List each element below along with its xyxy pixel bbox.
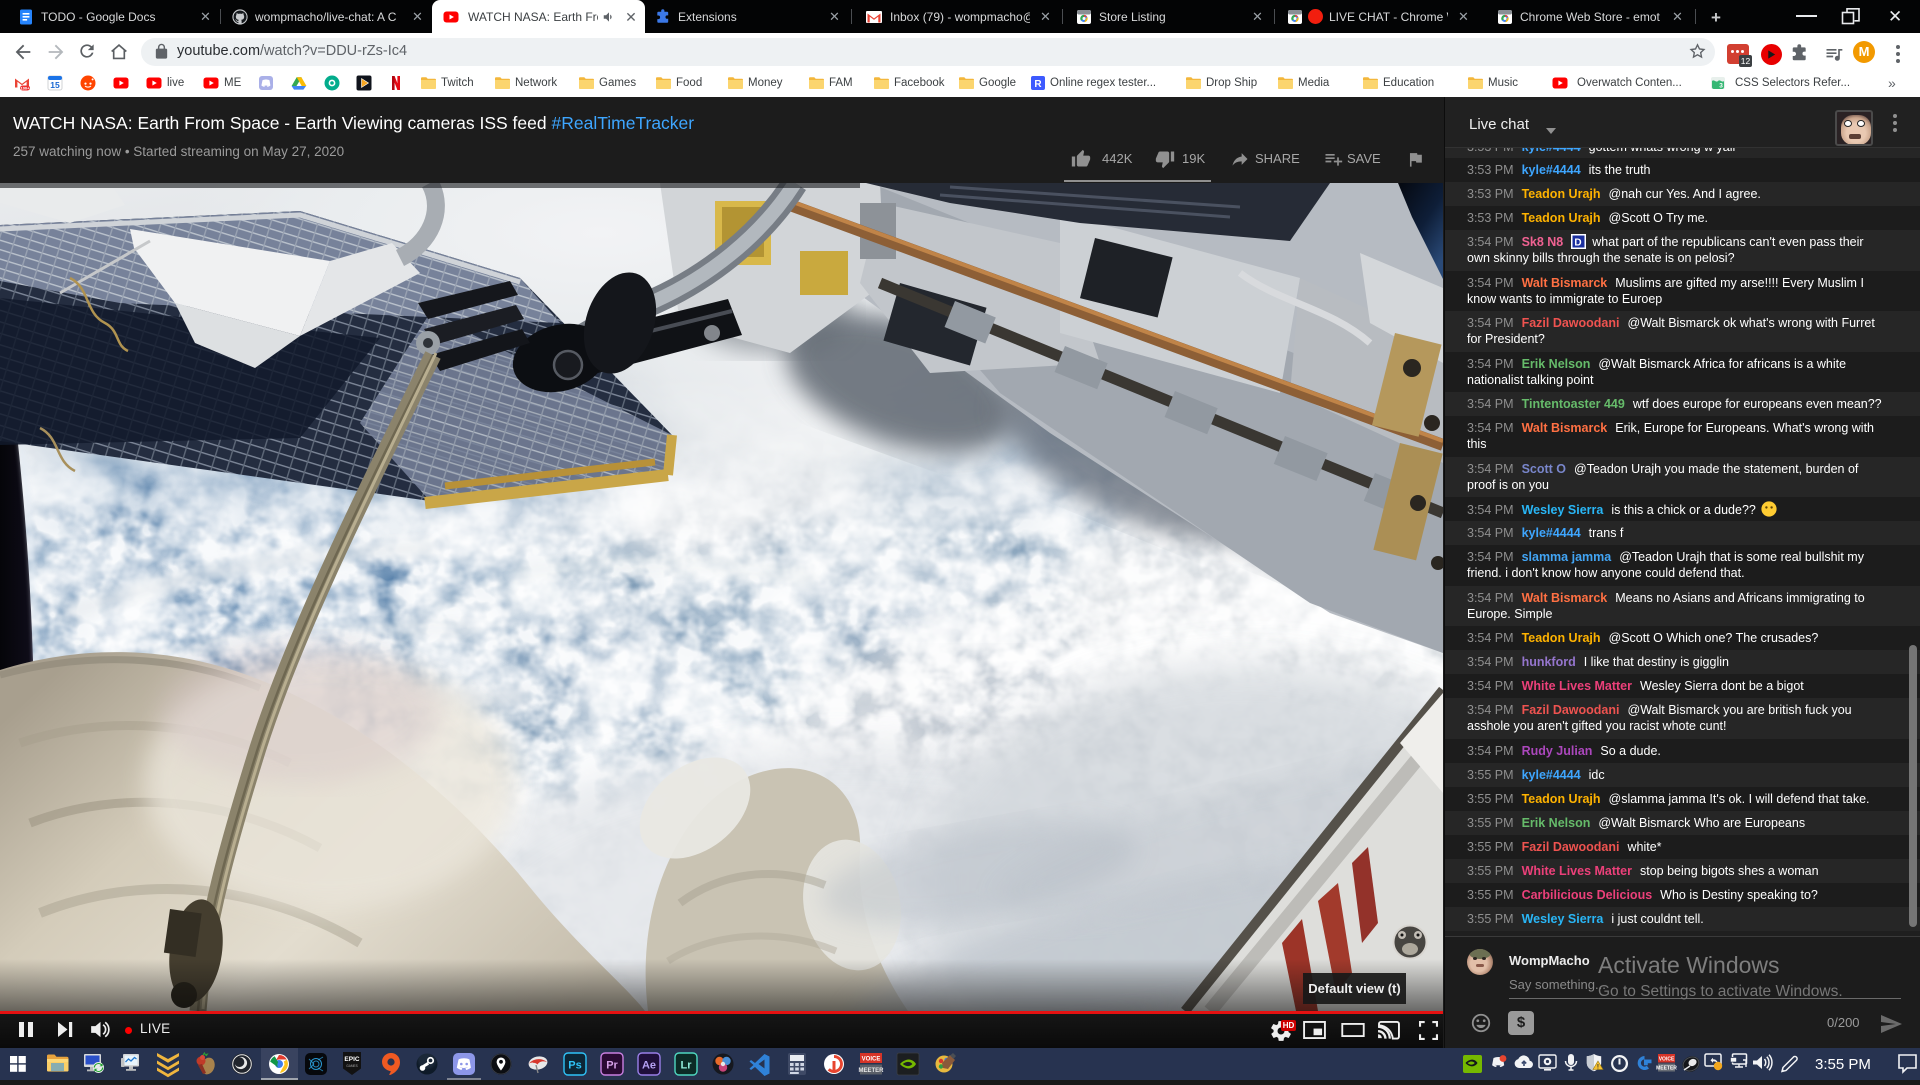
svg-text:100+: 100+ bbox=[20, 86, 30, 91]
svg-text:Ps: Ps bbox=[568, 1060, 581, 1072]
svg-text:VOICE: VOICE bbox=[862, 1057, 881, 1063]
svg-text:!: ! bbox=[1597, 1063, 1599, 1070]
svg-text:GAMES: GAMES bbox=[346, 1064, 358, 1068]
svg-text:R: R bbox=[1034, 79, 1042, 90]
svg-text:VOICE: VOICE bbox=[1659, 1057, 1675, 1063]
svg-text:MEETER: MEETER bbox=[1656, 1066, 1677, 1072]
svg-text:EPIC: EPIC bbox=[344, 1056, 359, 1063]
svg-text:Ae: Ae bbox=[642, 1060, 656, 1072]
svg-text:15: 15 bbox=[50, 80, 60, 90]
svg-text:3:55 PM: 3:55 PM bbox=[1815, 1056, 1871, 1073]
svg-text:Lr: Lr bbox=[681, 1060, 693, 1072]
svg-text:MEETER: MEETER bbox=[858, 1068, 884, 1074]
svg-text:D: D bbox=[1575, 238, 1582, 249]
svg-text:3: 3 bbox=[1719, 83, 1723, 90]
svg-text:Pr: Pr bbox=[606, 1060, 618, 1072]
